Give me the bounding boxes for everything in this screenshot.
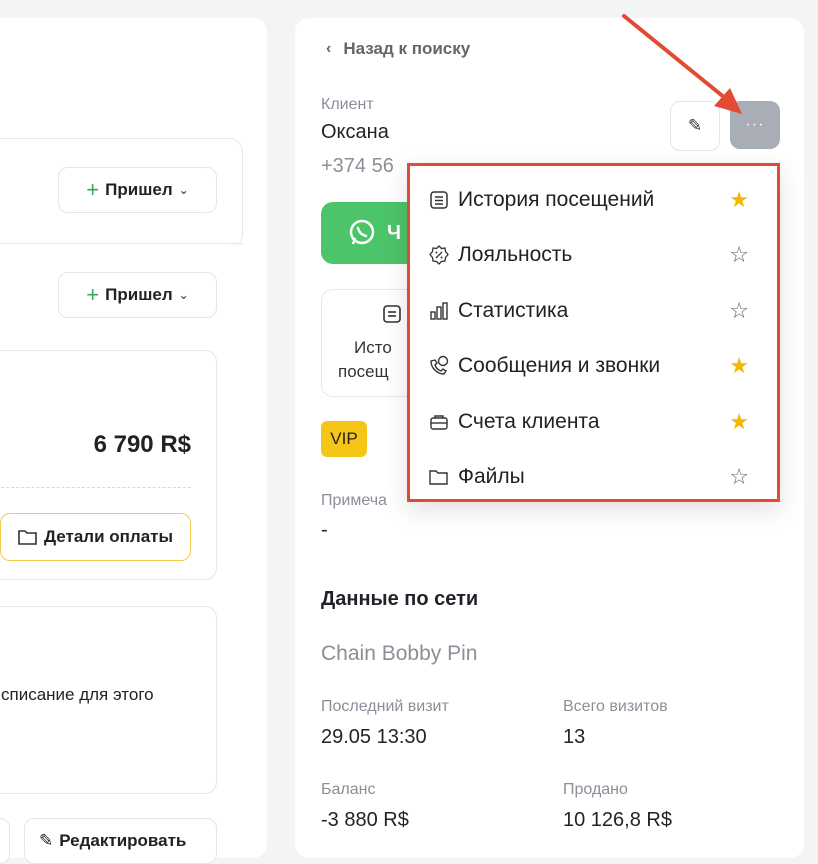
note-label: Примеча <box>321 492 387 509</box>
folder-icon <box>428 466 450 488</box>
client-phone: +374 56 <box>321 155 394 177</box>
menu-item-label: Лояльность <box>458 243 573 266</box>
menu-item-client-accounts[interactable]: Счета клиента ★ <box>428 402 759 442</box>
total-visits-value: 13 <box>563 726 586 748</box>
menu-item-statistics[interactable]: Статистика ☆ <box>428 291 759 331</box>
star-outline-icon[interactable]: ☆ <box>729 244 749 266</box>
total-visits-label: Всего визитов <box>563 698 668 715</box>
payment-amount: 6 790 R$ <box>93 431 191 458</box>
sold-value: 10 126,8 R$ <box>563 809 672 831</box>
star-filled-icon[interactable]: ★ <box>729 189 749 211</box>
last-visit-label: Последний визит <box>321 698 449 715</box>
chevron-left-icon: ‹ <box>326 40 332 57</box>
dashed-divider <box>1 487 191 488</box>
schedule-text: списание для этого <box>1 685 154 704</box>
arrived-button-1[interactable]: + Пришел ⌄ <box>58 167 217 213</box>
menu-item-messages-calls[interactable]: Сообщения и звонки ★ <box>428 346 759 386</box>
loyalty-badge-icon <box>428 244 450 266</box>
star-outline-icon[interactable]: ☆ <box>729 300 749 322</box>
chevron-down-icon: ⌄ <box>178 183 189 197</box>
client-actions-dropdown: История посещений ★ Лояльность ☆ Статист… <box>407 163 780 502</box>
star-filled-icon[interactable]: ★ <box>729 411 749 433</box>
menu-item-label: История посещений <box>458 188 655 211</box>
star-filled-icon[interactable]: ★ <box>729 355 749 377</box>
bar-chart-icon <box>428 300 450 322</box>
history-tile-line2: посещ <box>338 362 389 381</box>
small-button-left[interactable] <box>0 818 10 864</box>
menu-item-label: Статистика <box>458 299 569 322</box>
chat-phone-icon <box>428 355 450 377</box>
arrived-label: Пришел <box>105 180 173 199</box>
client-name: Оксана <box>321 121 389 143</box>
annotation-arrow-icon <box>622 14 742 114</box>
menu-item-label: Сообщения и звонки <box>458 354 661 377</box>
back-link[interactable]: ‹ Назад к поиску <box>326 39 470 59</box>
payment-details-label: Детали оплаты <box>43 527 174 546</box>
note-value: - <box>321 519 328 541</box>
network-name: Chain Bobby Pin <box>321 642 478 665</box>
whatsapp-label: Ч <box>387 221 402 244</box>
list-icon <box>382 304 402 329</box>
vip-badge: VIP <box>321 421 367 457</box>
pencil-icon: ✎ <box>39 831 54 850</box>
client-label: Клиент <box>321 96 374 113</box>
arrived-label: Пришел <box>105 285 173 304</box>
arrived-button-2[interactable]: + Пришел ⌄ <box>58 272 217 318</box>
edit-button[interactable]: ✎ Редактировать <box>24 818 217 864</box>
history-tile-line1: Исто <box>354 338 392 357</box>
back-link-label: Назад к поиску <box>343 39 471 58</box>
chevron-down-icon: ⌄ <box>178 288 189 302</box>
star-outline-icon[interactable]: ☆ <box>729 466 749 488</box>
sold-label: Продано <box>563 781 628 798</box>
menu-item-files[interactable]: Файлы ☆ <box>428 457 759 497</box>
folder-icon <box>18 528 38 546</box>
last-visit-value: 29.05 13:30 <box>321 726 427 748</box>
list-icon <box>428 189 450 211</box>
wallet-icon <box>428 411 450 433</box>
payment-details-button[interactable]: Детали оплаты <box>0 513 191 561</box>
whatsapp-icon <box>347 218 377 248</box>
divider <box>0 243 243 244</box>
menu-item-visit-history[interactable]: История посещений ★ <box>428 180 759 220</box>
menu-item-loyalty[interactable]: Лояльность ☆ <box>428 235 759 275</box>
edit-label: Редактировать <box>59 831 187 850</box>
menu-item-label: Счета клиента <box>458 410 600 433</box>
balance-value: -3 880 R$ <box>321 809 409 831</box>
balance-label: Баланс <box>321 781 376 798</box>
plus-icon: + <box>86 177 100 202</box>
schedule-card: списание для этого <box>0 606 217 794</box>
plus-icon: + <box>86 282 100 307</box>
menu-item-label: Файлы <box>458 465 525 488</box>
network-title: Данные по сети <box>321 588 479 610</box>
